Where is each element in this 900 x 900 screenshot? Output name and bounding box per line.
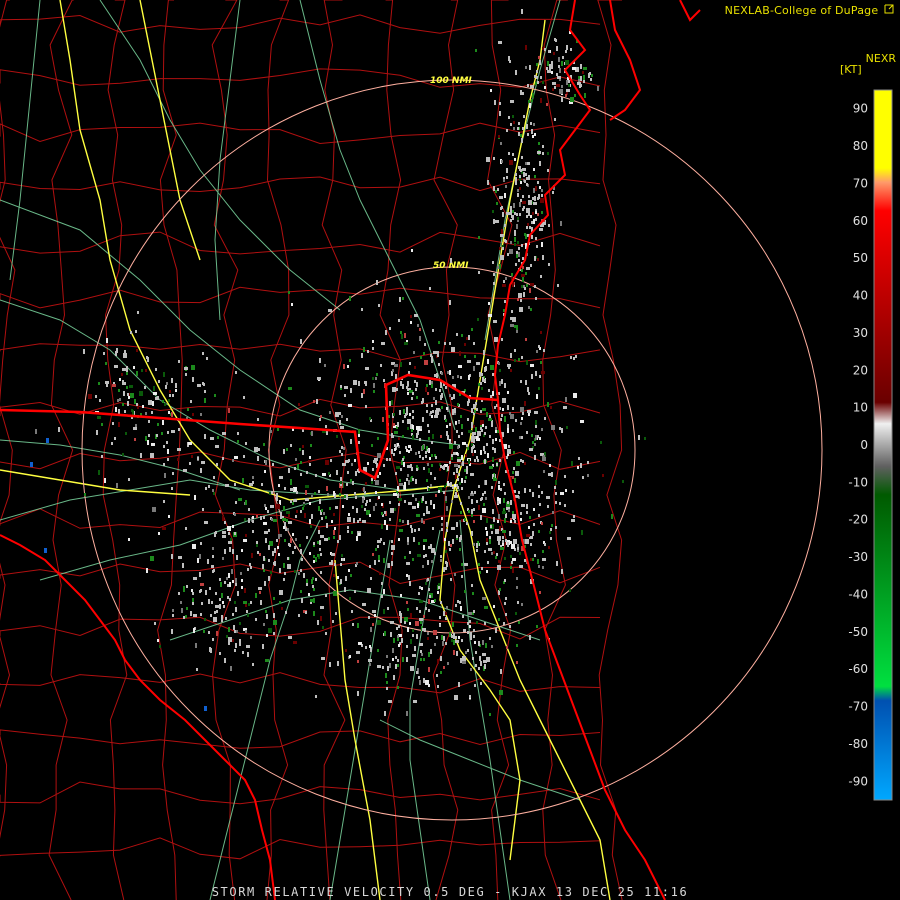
legend-color-bar [873, 89, 893, 801]
legend-tick: 70 [853, 176, 868, 190]
legend-tick: -80 [848, 737, 868, 751]
legend-tick: 80 [853, 139, 868, 153]
legend-tick: -50 [848, 625, 868, 639]
legend-tick: -60 [848, 662, 868, 676]
legend-tick: 20 [853, 363, 868, 377]
legend-tick: -10 [848, 475, 868, 489]
legend-tick: -70 [848, 700, 868, 714]
legend-tick: 60 [853, 214, 868, 228]
legend-tick: -40 [848, 587, 868, 601]
legend-tick: 40 [853, 289, 868, 303]
velocity-legend: 90 80 70 60 50 40 30 20 10 0 -10 -20 -30 -40 -50 -60 -70… [848, 89, 893, 801]
product-caption: STORM RELATIVE VELOCITY 0.5 DEG - KJAX 1… [211, 885, 689, 899]
legend-tick: -90 [848, 774, 868, 788]
legend-tick: -30 [848, 550, 868, 564]
legend-tick: 30 [853, 326, 868, 340]
legend-tick: 90 [853, 102, 868, 116]
legend-tick: -20 [848, 513, 868, 527]
legend-tick-labels: 90 80 70 60 50 40 30 20 10 0 -10 -20 -30 -40 -50 -60 -70… [848, 102, 868, 789]
legend-tick: 10 [853, 401, 868, 415]
legend-tick: 0 [860, 438, 868, 452]
legend-tick: 50 [853, 251, 868, 265]
